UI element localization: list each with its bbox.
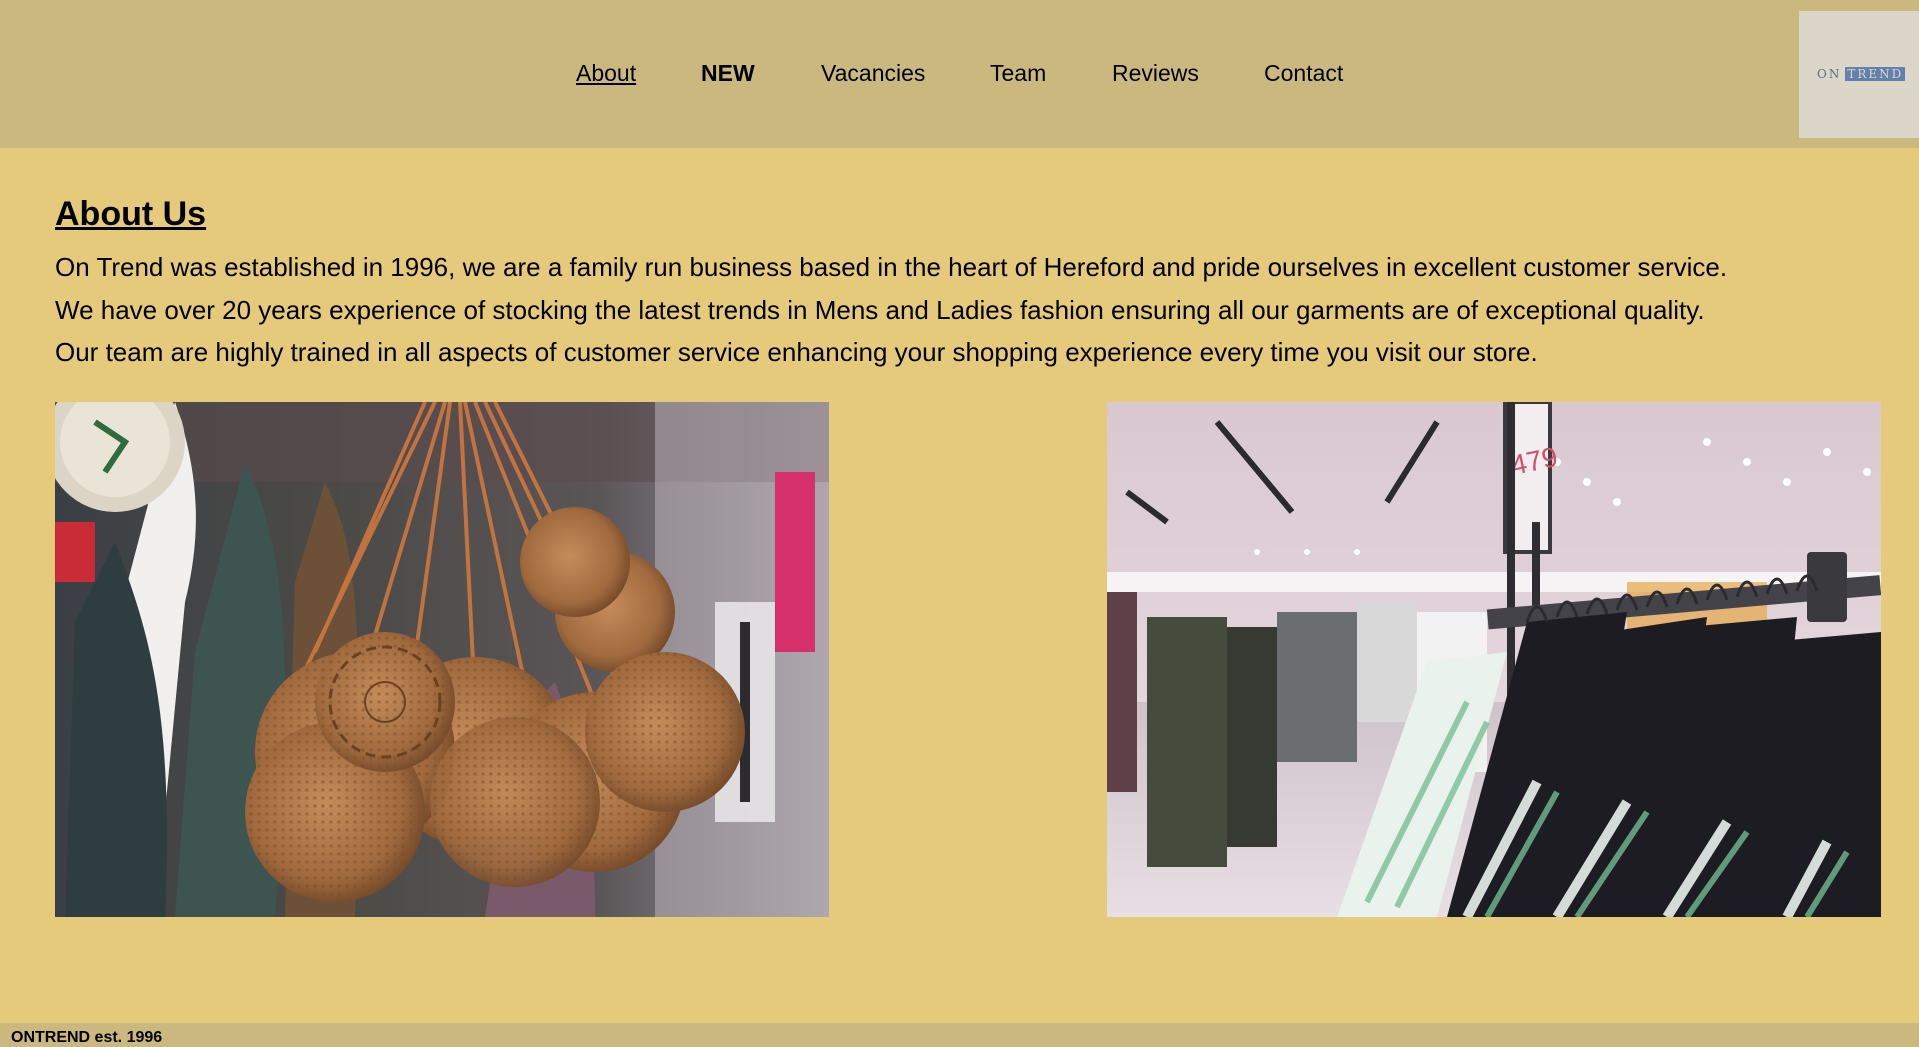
logo-trend: TREND <box>1845 67 1906 81</box>
footer-text: ONTREND est. 1996 <box>11 1029 163 1046</box>
logo[interactable]: ON TREND <box>1799 11 1919 138</box>
nav-team[interactable]: Team <box>990 58 1046 88</box>
site-header: About NEW Vacancies Team Reviews Contact… <box>0 0 1919 148</box>
logo-on: ON <box>1817 67 1842 81</box>
logo-text: ON TREND <box>1817 67 1906 81</box>
about-paragraph-1: On Trend was established in 1996, we are… <box>55 252 1728 282</box>
nav-contact[interactable]: Contact <box>1264 58 1343 88</box>
nav-about[interactable]: About <box>576 58 636 88</box>
page-title: About Us <box>55 195 207 233</box>
nav-reviews[interactable]: Reviews <box>1112 58 1199 88</box>
store-rack-photo: 479 <box>1107 402 1881 917</box>
nav-new[interactable]: NEW <box>701 58 755 88</box>
about-paragraph-3: Our team are highly trained in all aspec… <box>55 337 1538 367</box>
about-paragraph-2: We have over 20 years experience of stoc… <box>55 294 1705 325</box>
site-footer: ONTREND est. 1996 <box>0 1023 1919 1047</box>
nav-vacancies[interactable]: Vacancies <box>821 58 925 88</box>
about-section: About Us On Trend was established in 199… <box>55 190 1885 374</box>
rattan-bags-photo <box>55 402 829 917</box>
